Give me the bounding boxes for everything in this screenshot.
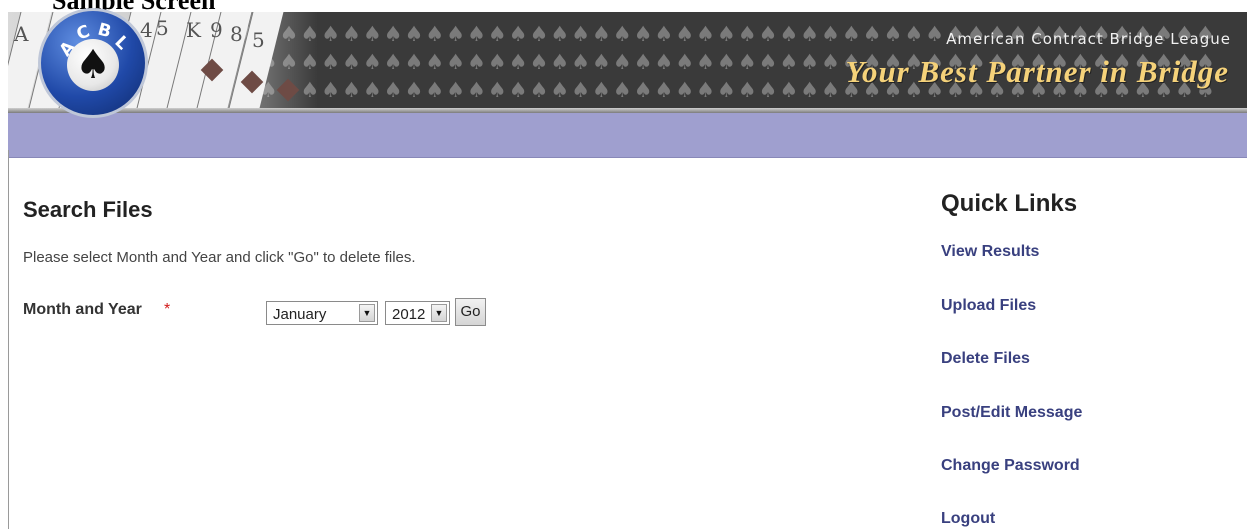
quick-link-logout[interactable]: Logout [941,510,995,528]
page-title: Search Files [23,197,153,222]
quick-link-view-results[interactable]: View Results [941,243,1039,261]
quick-link-delete-files[interactable]: Delete Files [941,350,1030,368]
month-select-value: January [273,306,327,323]
org-name: American Contract Bridge League [946,30,1231,48]
card-mark: 5 [156,16,169,40]
spade-icon: ♠ [75,42,111,88]
year-select[interactable]: 2012 ▼ [385,301,450,325]
required-indicator: * [164,301,171,318]
dropdown-arrow-icon[interactable]: ▼ [431,304,447,322]
card-mark: 8 [230,22,243,46]
card-mark: K [186,18,201,42]
header-banner: ♠♠♠♠♠♠♠♠♠♠♠♠♠♠♠♠♠♠♠♠♠♠♠♠♠♠♠♠♠♠♠♠♠♠♠♠♠♠♠♠… [8,12,1247,113]
content-divider [8,150,9,529]
card-mark: 9 [210,18,223,42]
card-mark: A [14,22,29,46]
quick-link-change-password[interactable]: Change Password [941,457,1080,475]
quick-links-title: Quick Links [941,190,1078,217]
logo-emblem: ♠ [67,39,119,91]
quick-link-post-edit-message[interactable]: Post/Edit Message [941,404,1082,422]
go-button[interactable]: Go [455,298,486,326]
diamond-icon [276,78,300,102]
nav-bar [8,113,1247,158]
tagline: Your Best Partner in Bridge [845,54,1229,89]
dropdown-arrow-icon[interactable]: ▼ [359,304,375,322]
instructions-text: Please select Month and Year and click "… [23,249,416,266]
month-year-label: Month and Year [23,301,142,318]
acbl-logo[interactable]: A C B L ♠ [38,8,148,118]
quick-link-upload-files[interactable]: Upload Files [941,297,1036,315]
month-select[interactable]: January ▼ [266,301,378,325]
card-mark: 5 [252,28,265,52]
year-select-value: 2012 [392,306,426,323]
